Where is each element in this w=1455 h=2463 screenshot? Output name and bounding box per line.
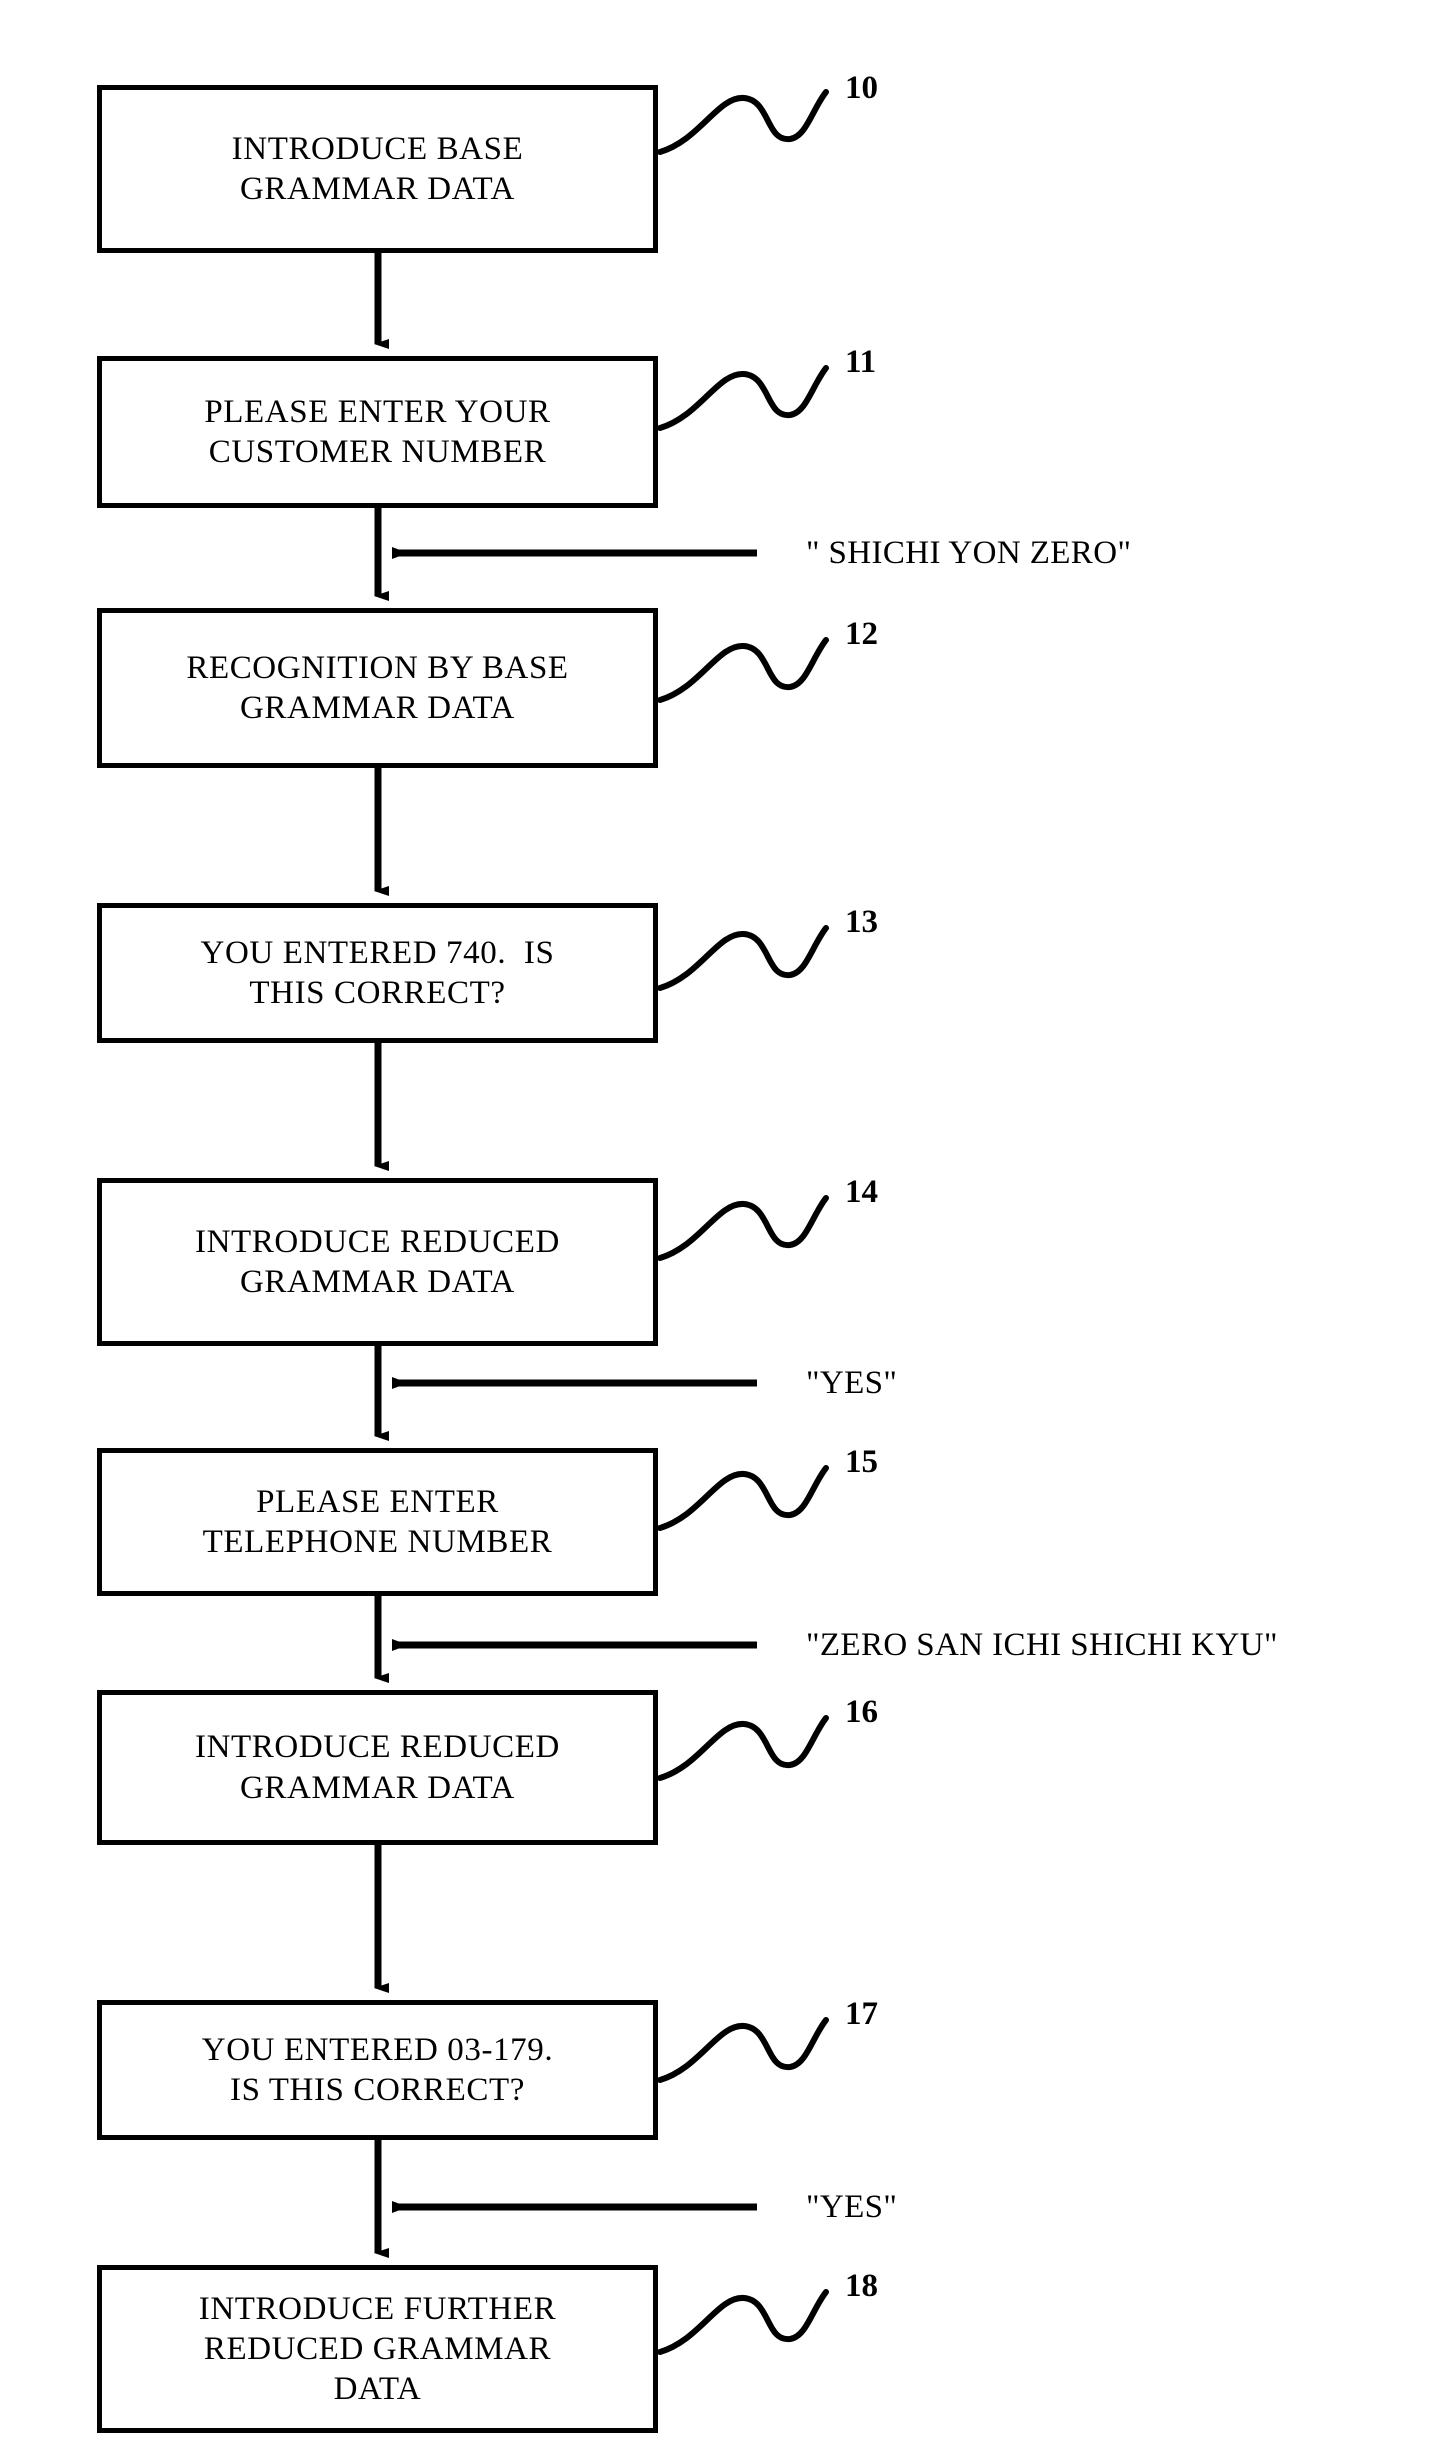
flowchart-node-11: PLEASE ENTER YOUR CUSTOMER NUMBER <box>97 356 658 508</box>
utterance-label-1: " SHICHI YON ZERO" <box>806 535 1132 571</box>
flowchart-canvas: INTRODUCE BASE GRAMMAR DATA PLEASE ENTER… <box>0 0 1455 2463</box>
leader-squiggle-12 <box>657 637 829 703</box>
node-18-label: INTRODUCE FURTHER REDUCED GRAMMAR DATA <box>198 2290 557 2408</box>
ref-numeral-17: 17 <box>845 1996 878 2032</box>
flowchart-node-17: YOU ENTERED 03-179. IS THIS CORRECT? <box>97 2000 658 2140</box>
node-11-label: PLEASE ENTER YOUR CUSTOMER NUMBER <box>204 393 551 470</box>
ref-numeral-11: 11 <box>845 344 877 380</box>
flowchart-node-16: INTRODUCE REDUCED GRAMMAR DATA <box>97 1690 658 1845</box>
utterance-label-2: "YES" <box>806 1365 898 1401</box>
leader-squiggle-16 <box>657 1715 829 1781</box>
ref-numeral-14: 14 <box>845 1174 878 1210</box>
node-13-label: YOU ENTERED 740. IS THIS CORRECT? <box>200 934 555 1011</box>
leader-squiggle-10 <box>657 89 829 155</box>
leader-squiggle-14 <box>657 1195 829 1261</box>
ref-numeral-16: 16 <box>845 1694 878 1730</box>
flowchart-node-18: INTRODUCE FURTHER REDUCED GRAMMAR DATA <box>97 2265 658 2433</box>
flowchart-node-10: INTRODUCE BASE GRAMMAR DATA <box>97 85 658 253</box>
ref-numeral-15: 15 <box>845 1444 878 1480</box>
ref-numeral-13: 13 <box>845 904 878 940</box>
node-10-label: INTRODUCE BASE GRAMMAR DATA <box>231 130 524 207</box>
node-12-label: RECOGNITION BY BASE GRAMMAR DATA <box>186 649 569 726</box>
ref-numeral-12: 12 <box>845 616 878 652</box>
flowchart-node-13: YOU ENTERED 740. IS THIS CORRECT? <box>97 903 658 1043</box>
ref-numeral-10: 10 <box>845 70 878 106</box>
leader-squiggle-17 <box>657 2017 829 2083</box>
flowchart-node-14: INTRODUCE REDUCED GRAMMAR DATA <box>97 1178 658 1346</box>
flowchart-node-12: RECOGNITION BY BASE GRAMMAR DATA <box>97 608 658 768</box>
utterance-label-4: "YES" <box>806 2189 898 2225</box>
flowchart-node-15: PLEASE ENTER TELEPHONE NUMBER <box>97 1448 658 1596</box>
node-17-label: YOU ENTERED 03-179. IS THIS CORRECT? <box>201 2031 554 2108</box>
utterance-label-3: "ZERO SAN ICHI SHICHI KYU" <box>806 1627 1278 1663</box>
leader-squiggle-18 <box>657 2289 829 2355</box>
leader-squiggle-11 <box>657 365 829 431</box>
leader-squiggle-13 <box>657 925 829 991</box>
leader-squiggle-15 <box>657 1465 829 1531</box>
node-15-label: PLEASE ENTER TELEPHONE NUMBER <box>202 1483 553 1560</box>
ref-numeral-18: 18 <box>845 2268 878 2304</box>
node-16-label: INTRODUCE REDUCED GRAMMAR DATA <box>195 1729 560 1806</box>
node-14-label: INTRODUCE REDUCED GRAMMAR DATA <box>195 1223 560 1300</box>
